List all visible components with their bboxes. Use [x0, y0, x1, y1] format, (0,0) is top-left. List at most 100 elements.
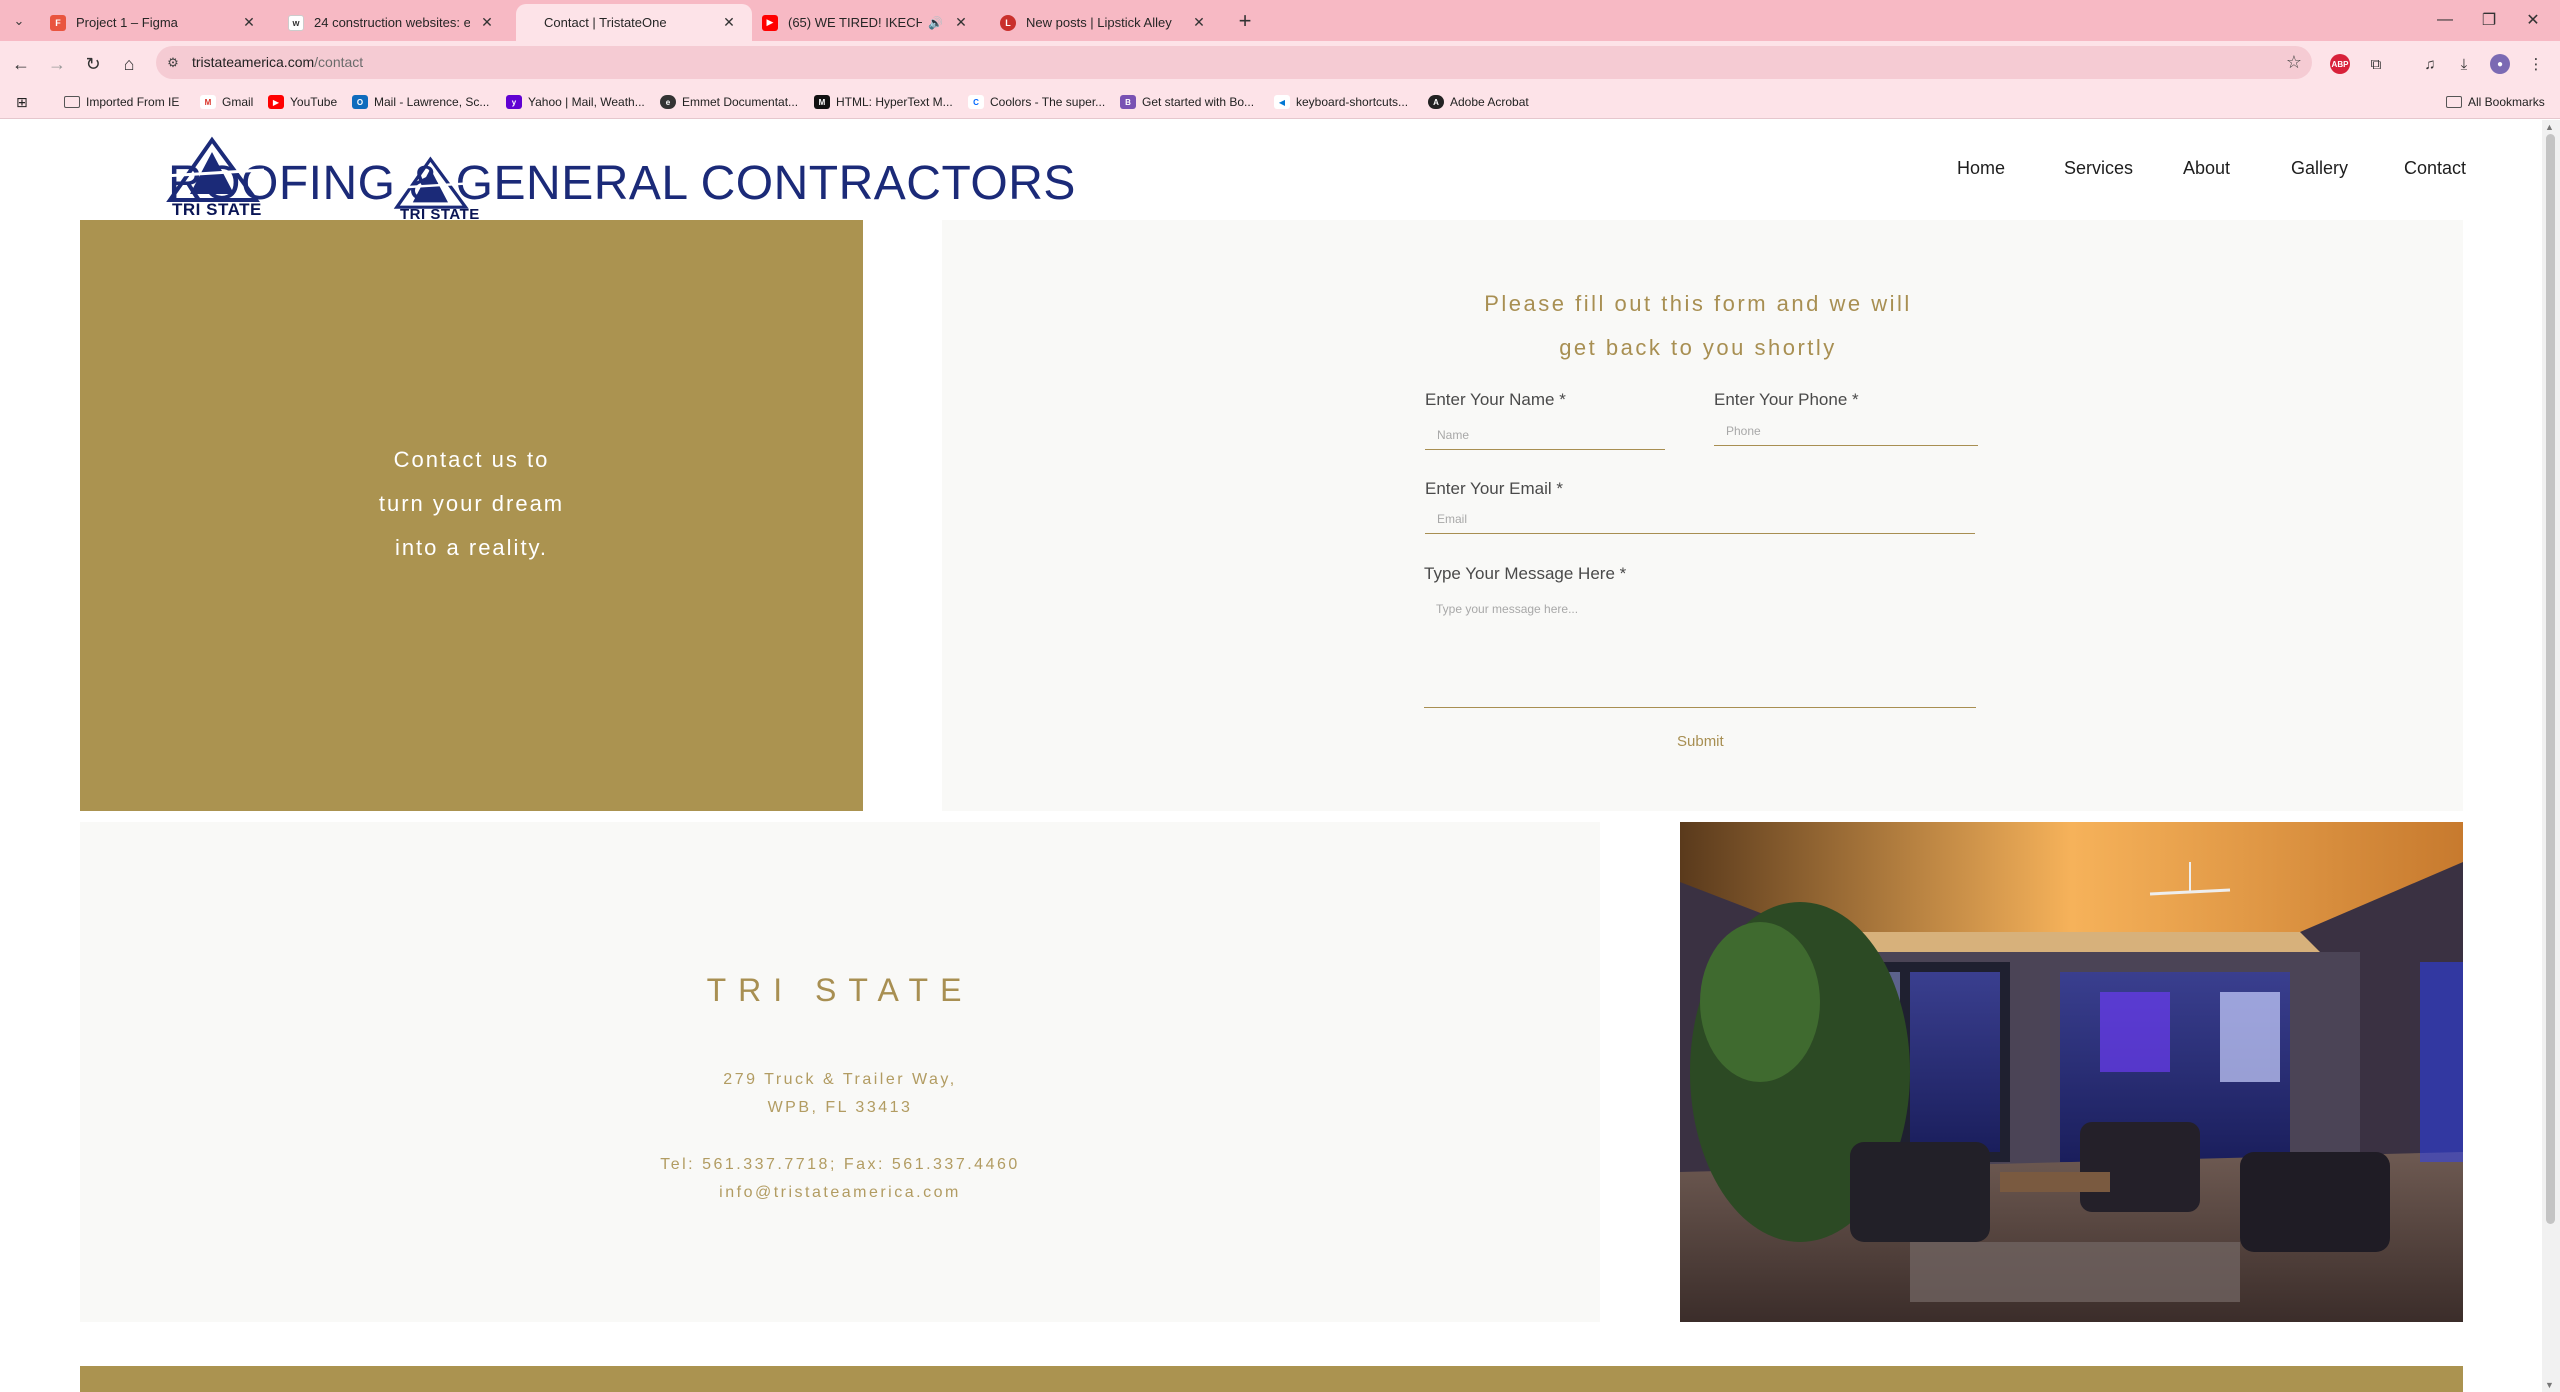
nav-services[interactable]: Services	[2064, 158, 2133, 179]
bookmark-emmet-docs[interactable]: e Emmet Documentat...	[660, 93, 798, 111]
tristate-logo-icon: TRI STATE	[163, 136, 265, 226]
address-bar[interactable]: ⚙ tristateamerica.com/contact ☆	[156, 46, 2312, 79]
window-close-icon[interactable]: ✕	[2518, 8, 2548, 32]
home-icon[interactable]: ⌂	[116, 51, 142, 77]
reload-icon[interactable]: ↻	[80, 51, 106, 77]
coolors-icon: C	[968, 95, 984, 109]
folder-icon	[64, 96, 80, 108]
back-icon[interactable]: ←	[8, 51, 34, 77]
interior-photo	[1680, 822, 2463, 1322]
restore-icon[interactable]: ❐	[2474, 8, 2504, 32]
bookmark-coolors[interactable]: C Coolors - The super...	[968, 93, 1105, 111]
tab-label: New posts | Lipstick Alley	[1026, 15, 1172, 30]
hero-tagline: Contact us to turn your dream into a rea…	[378, 447, 565, 560]
tab-label: Contact | TristateOne	[544, 15, 667, 30]
gmail-icon: M	[200, 95, 216, 109]
scrollbar-thumb[interactable]	[2546, 134, 2555, 1224]
nav-about[interactable]: About	[2183, 158, 2230, 179]
email-label: Enter Your Email *	[1425, 479, 1563, 498]
bookmark-bootstrap[interactable]: B Get started with Bo...	[1120, 93, 1254, 111]
bookmark-keyboard-shortcuts[interactable]: ◀ keyboard-shortcuts...	[1274, 93, 1408, 111]
phone-fax: Tel: 561.337.7718; Fax: 561.337.4460	[660, 1156, 1020, 1173]
bookmark-star-icon[interactable]: ☆	[2286, 52, 2302, 73]
browser-toolbar: ← → ↻ ⌂ ⚙ tristateamerica.com/contact ☆ …	[0, 41, 2560, 85]
media-controls-icon[interactable]: ♫	[2418, 52, 2442, 76]
figma-icon: F	[50, 14, 66, 31]
bookmark-imported-from-ie[interactable]: Imported From IE	[64, 93, 179, 111]
lipstick-alley-icon: L	[1000, 14, 1016, 31]
name-label: Enter Your Name *	[1425, 390, 1566, 409]
nav-home[interactable]: Home	[1957, 158, 2005, 179]
forward-icon[interactable]: →	[44, 51, 70, 77]
close-icon[interactable]: ✕	[1190, 14, 1208, 32]
bookmark-outlook-mail[interactable]: O Mail - Lawrence, Sc...	[352, 93, 489, 111]
youtube-icon: ▶	[268, 95, 284, 109]
apps-grid-icon[interactable]: ⊞	[16, 93, 28, 111]
emmet-icon: e	[660, 95, 676, 109]
contact-hero-box: Contact us to turn your dream into a rea…	[80, 220, 863, 811]
footer-strip	[80, 1366, 2463, 1392]
form-title: Please fill out this form and we will ge…	[1484, 291, 1912, 360]
acrobat-icon: A	[1428, 95, 1444, 109]
download-icon[interactable]: ⤓	[2452, 52, 2476, 76]
bookmark-yahoo-mail[interactable]: y Yahoo | Mail, Weath...	[506, 93, 645, 111]
new-tab-icon[interactable]: +	[1232, 8, 1258, 34]
close-icon[interactable]: ✕	[478, 14, 496, 32]
browser-tab-bar: ⌄ F Project 1 – Figma ✕ w 24 constructio…	[0, 0, 2560, 41]
submit-button[interactable]: Submit	[1677, 733, 1724, 750]
wix-icon: w	[288, 14, 304, 31]
browser-menu-icon[interactable]: ⋮	[2524, 52, 2548, 76]
message-label: Type Your Message Here *	[1424, 564, 1627, 583]
tab-figma[interactable]: F Project 1 – Figma ✕	[36, 4, 272, 41]
outlook-icon: O	[352, 95, 368, 109]
profile-avatar[interactable]: ●	[2488, 52, 2512, 76]
site-info-icon[interactable]: ⚙	[164, 54, 182, 72]
tab-search-icon[interactable]: ⌄	[8, 10, 30, 32]
address-line-1: 279 Truck & Trailer Way,	[723, 1071, 957, 1088]
bookmark-mdn-html[interactable]: M HTML: HyperText M...	[814, 93, 953, 111]
bookmarks-bar: ⊞ Imported From IE M Gmail ▶ YouTube O Mail…	[0, 85, 2560, 119]
page-scrollbar[interactable]: ▲ ▼	[2542, 120, 2560, 1392]
close-icon[interactable]: ✕	[240, 14, 258, 32]
tab-label: (65) WE TIRED! IKECHI IS A	[788, 15, 922, 30]
phone-input[interactable]	[1714, 416, 1978, 446]
yahoo-icon: y	[506, 95, 522, 109]
bookmark-youtube[interactable]: ▶ YouTube	[268, 93, 337, 111]
mdn-icon: M	[814, 95, 830, 109]
tab-construction-websites[interactable]: w 24 construction websites: exam ✕	[274, 4, 510, 41]
nav-contact[interactable]: Contact	[2404, 158, 2466, 179]
message-textarea[interactable]	[1424, 590, 1976, 708]
bookmark-gmail[interactable]: M Gmail	[200, 93, 253, 111]
adblock-extension-icon[interactable]: ABP	[2328, 52, 2352, 76]
tab-label: Project 1 – Figma	[76, 15, 178, 30]
contact-email-link[interactable]: info@tristateamerica.com	[80, 1184, 1600, 1202]
tab-youtube-video[interactable]: ▶ (65) WE TIRED! IKECHI IS A 🔊 ✕	[748, 4, 984, 41]
logo-text: ROOFING & GENERAL CONTRACTORS	[168, 157, 1076, 210]
address-line-2: WPB, FL 33413	[767, 1099, 913, 1116]
tab-lipstick-alley[interactable]: L New posts | Lipstick Alley ✕	[986, 4, 1222, 41]
minimize-icon[interactable]: —	[2430, 8, 2460, 32]
nav-gallery[interactable]: Gallery	[2291, 158, 2348, 179]
youtube-icon: ▶	[762, 14, 778, 31]
extensions-icon[interactable]: ⧉	[2364, 52, 2388, 76]
url-text: tristateamerica.com/contact	[192, 54, 364, 70]
company-name: TRI STATE	[706, 972, 974, 1008]
page-viewport: ROOFING & GENERAL CONTRACTORS TRI STATE …	[0, 120, 2560, 1392]
folder-icon	[2446, 96, 2462, 108]
site-logo[interactable]: ROOFING & GENERAL CONTRACTORS TRI STATE …	[160, 128, 1075, 228]
close-icon[interactable]: ✕	[720, 14, 738, 32]
company-info-panel: TRI STATE 279 Truck & Trailer Way, WPB, …	[80, 822, 1600, 1322]
all-bookmarks[interactable]: All Bookmarks	[2446, 93, 2545, 111]
speaker-icon[interactable]: 🔊	[928, 16, 944, 30]
bookmark-adobe-acrobat[interactable]: A Adobe Acrobat	[1428, 93, 1529, 111]
bootstrap-icon: B	[1120, 95, 1136, 109]
tab-contact-tristate[interactable]: Contact | TristateOne ✕	[516, 4, 752, 41]
close-icon[interactable]: ✕	[952, 14, 970, 32]
vscode-icon: ◀	[1274, 95, 1290, 109]
name-input[interactable]	[1425, 420, 1665, 450]
email-input[interactable]	[1425, 504, 1975, 534]
scroll-down-icon[interactable]: ▼	[2545, 1380, 2554, 1390]
phone-label: Enter Your Phone *	[1714, 390, 1859, 409]
tab-label: 24 construction websites: exam	[314, 15, 470, 30]
scroll-up-icon[interactable]: ▲	[2545, 122, 2554, 132]
